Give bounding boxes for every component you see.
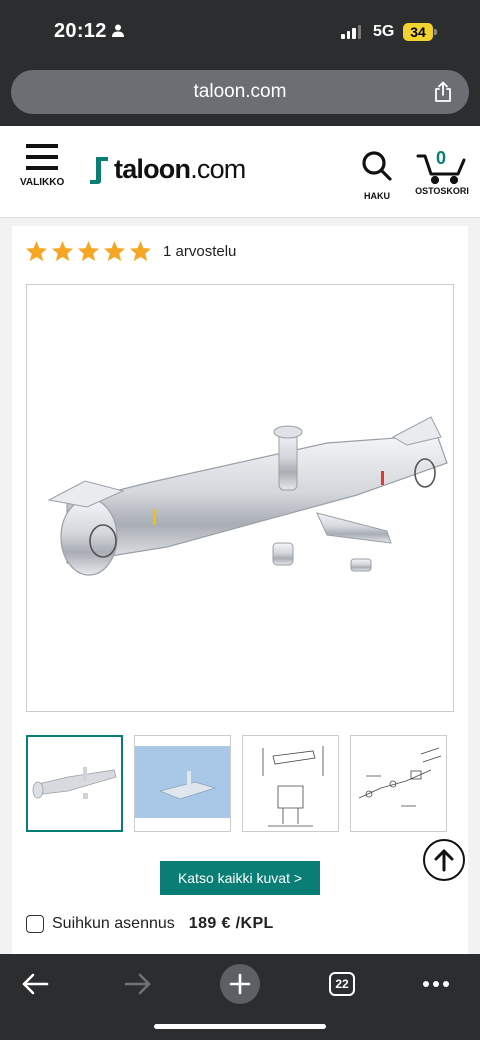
thumbnail-1[interactable] [26,735,123,832]
install-option[interactable]: Suihkun asennus 189 € /KPL [26,915,274,933]
thumbnail-strip [26,735,447,832]
more-icon [423,981,449,987]
signal-icon [341,24,361,39]
cart-button[interactable]: 0 OSTOSKORI [414,148,470,196]
star-rating [25,240,152,262]
product-rating[interactable]: 1 arvostelu [25,240,236,262]
faucet-image [47,416,448,576]
status-time: 20:12 [54,20,107,42]
thumbnail-3[interactable] [242,735,339,832]
plus-icon [229,973,251,995]
browser-toolbar: 22 [0,954,480,1040]
new-tab-button[interactable] [218,962,262,1006]
hamburger-icon [20,144,64,170]
product-card: 1 arvostelu Katso kaikki kuvat > Suihkun… [12,226,468,954]
logo-domain: .com [190,154,246,184]
battery-level: 34 [410,24,426,40]
product-main-image[interactable] [26,284,454,712]
cart-label: OSTOSKORI [415,186,469,196]
logo-brand: taloon [114,154,191,184]
menu-label: VALIKKO [20,177,65,188]
star-icon [103,240,126,262]
star-icon [51,240,74,262]
menu-button[interactable]: VALIKKO [20,144,64,188]
network-type: 5G [373,23,395,40]
url-text[interactable]: taloon.com [11,81,469,103]
tab-count: 22 [329,972,355,996]
person-icon [112,24,124,37]
install-option-label: Suihkun asennus [52,915,175,932]
tabs-button[interactable]: 22 [320,962,364,1006]
more-button[interactable] [414,962,458,1006]
logo-mark-icon [90,156,108,184]
forward-arrow-icon [124,973,151,995]
status-bar: 20:12 5G 34 [0,0,480,62]
search-label: HAKU [364,191,390,201]
web-page: VALIKKO taloon.com HAKU 0 OSTOSKORI 1 ar… [0,126,480,954]
scroll-to-top-button[interactable] [423,839,465,881]
back-arrow-icon [22,973,49,995]
star-icon [25,240,48,262]
back-button[interactable] [13,962,57,1006]
star-icon [77,240,100,262]
home-indicator [154,1024,326,1029]
view-all-images-button[interactable]: Katso kaikki kuvat > [160,861,320,895]
battery-icon: 34 [403,23,433,41]
forward-button[interactable] [116,962,160,1006]
site-header: VALIKKO taloon.com HAKU 0 OSTOSKORI [0,126,480,218]
address-bar[interactable]: taloon.com [11,70,469,114]
review-count[interactable]: 1 arvostelu [163,243,236,260]
share-icon[interactable] [433,81,453,103]
arrow-up-icon [434,849,454,872]
install-option-price: 189 € /KPL [188,915,274,932]
thumbnail-4[interactable] [350,735,447,832]
search-button[interactable]: HAKU [358,150,396,201]
star-icon [129,240,152,262]
install-checkbox[interactable] [26,915,44,933]
cart-count: 0 [436,148,447,168]
thumbnail-2[interactable] [134,735,231,832]
browser-address-area: taloon.com [0,62,480,126]
search-icon [362,151,392,181]
site-logo[interactable]: taloon.com [88,154,246,185]
